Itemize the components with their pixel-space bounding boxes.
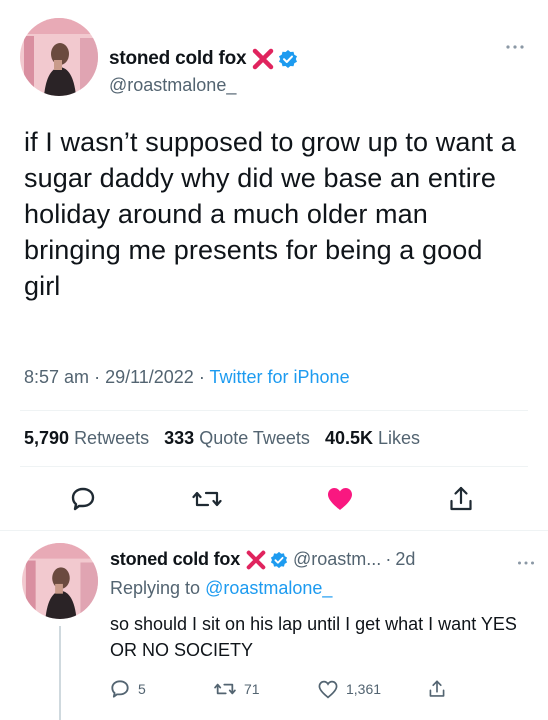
handle[interactable]: @roastm...	[293, 549, 381, 570]
thread-line	[59, 626, 61, 720]
display-name[interactable]: stoned cold fox	[109, 48, 247, 70]
meta-separator: ·	[94, 367, 106, 387]
speech-bubble-icon	[71, 487, 95, 511]
tweet-text: if I wasn’t supposed to grow up to want …	[24, 127, 516, 301]
mention-link[interactable]: @roastmalone_	[205, 578, 332, 598]
verified-badge-icon	[278, 49, 298, 69]
retweets-stat[interactable]: 5,790 Retweets	[24, 428, 149, 448]
meta-separator: ·	[198, 367, 210, 387]
main-tweet-header: stoned cold fox @roastmalone_	[20, 18, 528, 98]
heart-icon	[328, 488, 352, 510]
tweet-date[interactable]: 29/11/2022	[105, 367, 194, 387]
share-arrow-icon	[429, 680, 445, 697]
red-x-icon	[246, 550, 266, 570]
retweet-arrows-icon	[214, 683, 236, 695]
display-name[interactable]: stoned cold fox	[110, 549, 240, 570]
reply-button[interactable]: 5	[110, 678, 146, 700]
ellipsis-icon[interactable]	[516, 556, 536, 568]
tweet-stats: 5,790 Retweets 333 Quote Tweets 40.5K Li…	[24, 428, 420, 449]
tweet-text: so should I sit on his lap until I get w…	[110, 614, 517, 660]
heart-icon	[318, 680, 338, 699]
speech-bubble-icon	[111, 680, 129, 698]
retweet-button[interactable]: 71	[214, 678, 260, 700]
tweet-actions	[68, 484, 478, 514]
avatar[interactable]	[22, 543, 98, 619]
replying-to: Replying to @roastmalone_	[110, 578, 332, 599]
share-button[interactable]	[428, 678, 446, 700]
like-button[interactable]: 1,361	[318, 678, 381, 700]
tweet-time[interactable]: 8:57 am	[24, 367, 89, 387]
divider	[0, 530, 548, 531]
like-count: 1,361	[346, 681, 382, 697]
like-button[interactable]	[325, 484, 355, 514]
share-button[interactable]	[446, 484, 476, 514]
share-arrow-icon	[450, 486, 472, 511]
likes-stat[interactable]: 40.5K Likes	[325, 428, 420, 448]
quote-tweets-stat[interactable]: 333 Quote Tweets	[164, 428, 310, 448]
retweet-arrows-icon	[192, 491, 222, 507]
red-x-icon	[252, 48, 274, 70]
reply-count: 5	[138, 681, 146, 697]
name-row: stoned cold fox	[109, 48, 298, 70]
retweet-count: 71	[244, 681, 260, 697]
retweet-button[interactable]	[192, 484, 222, 514]
divider	[20, 410, 528, 411]
reply-button[interactable]	[68, 484, 98, 514]
tweet-source[interactable]: Twitter for iPhone	[210, 367, 350, 387]
handle[interactable]: @roastmalone_	[109, 75, 236, 96]
reply-actions: 5 71 1,361	[110, 678, 490, 700]
tweet-time[interactable]: 2d	[395, 549, 415, 570]
tweet-meta: 8:57 am · 29/11/2022 · Twitter for iPhon…	[24, 367, 350, 388]
replying-label: Replying to	[110, 578, 201, 598]
verified-badge-icon	[270, 551, 288, 569]
ellipsis-icon[interactable]	[504, 40, 526, 54]
divider	[20, 466, 528, 467]
avatar[interactable]	[20, 18, 98, 96]
meta-separator: ·	[385, 549, 392, 569]
reply-header: stoned cold fox @roastm... · 2d	[110, 549, 415, 570]
